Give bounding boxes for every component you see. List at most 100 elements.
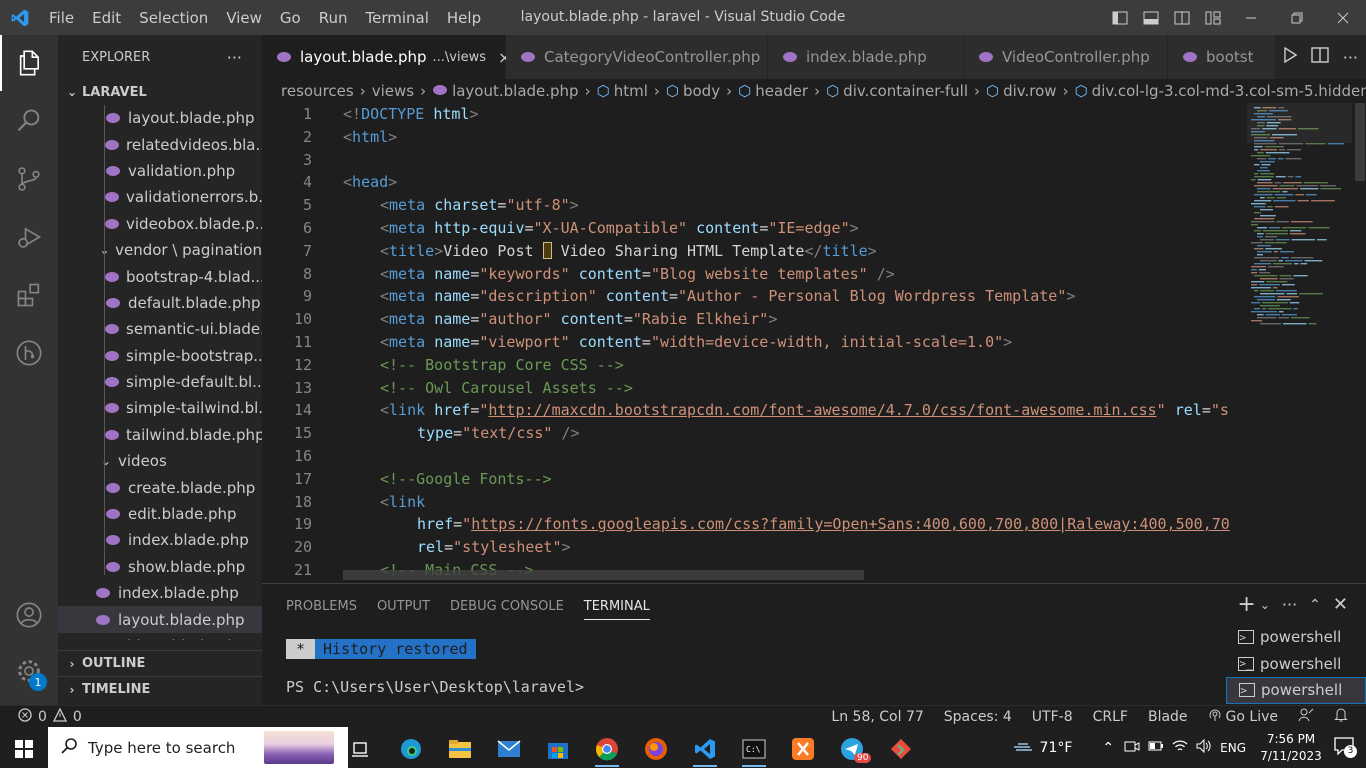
breadcrumb-item[interactable]: div.container-full: [843, 82, 968, 100]
tab-terminal[interactable]: TERMINAL: [574, 584, 660, 628]
terminal-instance[interactable]: >_ powershell: [1226, 624, 1366, 651]
feedback-person-icon[interactable]: [1298, 708, 1314, 726]
taskbar-search[interactable]: Type here to search: [48, 727, 348, 768]
explorer-root-section[interactable]: ⌄ LARAVEL: [58, 79, 262, 105]
scrollbar-thumb[interactable]: [1355, 103, 1365, 181]
language-mode[interactable]: Blade: [1148, 709, 1188, 725]
git-app-icon[interactable]: [881, 731, 921, 767]
breadcrumb-item[interactable]: resources: [281, 82, 354, 100]
explorer-icon[interactable]: [0, 35, 58, 91]
chevron-down-icon[interactable]: ⌄: [1260, 598, 1270, 612]
tree-file[interactable]: edit.blade.php: [58, 501, 262, 527]
minimize-icon[interactable]: [1228, 0, 1274, 35]
menu-edit[interactable]: Edit: [83, 9, 130, 27]
telegram-icon[interactable]: 90: [832, 731, 872, 767]
customize-layout-icon[interactable]: [1197, 0, 1228, 35]
tree-file[interactable]: default.blade.php: [58, 290, 262, 316]
timeline-section[interactable]: › TIMELINE: [58, 676, 262, 702]
search-icon[interactable]: [0, 93, 58, 149]
tab-videocontroller[interactable]: VideoController.php: [964, 35, 1168, 79]
breadcrumb-item[interactable]: header: [755, 82, 808, 100]
status-problems[interactable]: 0 0: [0, 707, 82, 726]
code-editor[interactable]: 1 <!DOCTYPE html> 2 <html> 3 4 <head> 5 <meta ch…: [262, 103, 1366, 583]
split-editor-icon[interactable]: [1311, 47, 1329, 67]
toggle-primary-sidebar-icon[interactable]: [1104, 0, 1135, 35]
toggle-panel-icon[interactable]: [1135, 0, 1166, 35]
weather-icon[interactable]: [1012, 739, 1034, 757]
breadcrumb-item[interactable]: views: [372, 82, 414, 100]
menu-run[interactable]: Run: [310, 9, 357, 27]
go-live-button[interactable]: Go Live: [1208, 708, 1278, 726]
volume-icon[interactable]: [1196, 738, 1212, 757]
breadcrumb-item[interactable]: div.row: [1003, 82, 1056, 100]
tab-output[interactable]: OUTPUT: [367, 584, 440, 628]
terminal-instance[interactable]: >_ powershell: [1226, 651, 1366, 678]
tree-file[interactable]: layout.blade.php: [58, 105, 262, 131]
tree-file[interactable]: simple-bootstrap...: [58, 343, 262, 369]
encoding[interactable]: UTF-8: [1032, 709, 1073, 725]
tree-file[interactable]: layout.blade.php: [58, 606, 262, 633]
tree-file[interactable]: videos.blade.php: [58, 633, 262, 640]
run-file-icon[interactable]: [1283, 46, 1298, 67]
battery-icon[interactable]: [1148, 739, 1164, 757]
accounts-icon[interactable]: [0, 587, 58, 643]
menu-help[interactable]: Help: [438, 9, 490, 27]
breadcrumb-item[interactable]: layout.blade.php: [452, 82, 579, 100]
terminal-instance[interactable]: >_ powershell: [1226, 677, 1366, 704]
tree-file[interactable]: show.blade.php: [58, 554, 262, 580]
minimap[interactable]: [1247, 103, 1352, 583]
wifi-icon[interactable]: [1172, 739, 1188, 757]
clock[interactable]: 7:56 PM 7/11/2023: [1256, 731, 1326, 765]
breadcrumb-item[interactable]: div.col-lg-3.col-md-3.col-sm-5.hidden-x: [1092, 82, 1366, 100]
terminal-app-icon[interactable]: C:\: [734, 731, 774, 767]
menu-view[interactable]: View: [217, 9, 271, 27]
microsoft-store-icon[interactable]: [538, 731, 578, 767]
tree-folder[interactable]: ⌄ videos: [58, 448, 262, 474]
git-graph-icon[interactable]: [0, 325, 58, 381]
tree-file[interactable]: bootstrap-4.blad...: [58, 263, 262, 289]
tab-bootstrap[interactable]: bootst: [1168, 35, 1288, 79]
tree-folder[interactable]: ⌄vendor \ pagination: [58, 237, 262, 263]
explorer-more-icon[interactable]: ···: [227, 48, 242, 67]
firefox-icon[interactable]: [636, 731, 676, 767]
tab-index-blade[interactable]: index.blade.php: [768, 35, 964, 79]
file-explorer-icon[interactable]: [440, 731, 480, 767]
more-actions-icon[interactable]: ···: [1343, 48, 1358, 67]
indentation[interactable]: Spaces: 4: [944, 709, 1012, 725]
tab-categoryvideocontroller[interactable]: CategoryVideoController.php: [506, 35, 768, 79]
horizontal-scrollbar[interactable]: [343, 570, 864, 580]
terminal-output[interactable]: * History restored PS C:\Users\User\Deskt…: [286, 639, 584, 696]
tree-file[interactable]: index.blade.php: [58, 527, 262, 553]
tab-debug-console[interactable]: DEBUG CONSOLE: [440, 584, 574, 628]
weather-temp[interactable]: 71°F: [1040, 740, 1073, 756]
menu-selection[interactable]: Selection: [130, 9, 217, 27]
notification-center-icon[interactable]: 3: [1334, 736, 1357, 759]
menu-go[interactable]: Go: [271, 9, 310, 27]
extensions-icon[interactable]: [0, 267, 58, 323]
tree-file[interactable]: index.blade.php: [58, 580, 262, 606]
source-control-icon[interactable]: [0, 151, 58, 207]
tree-file[interactable]: semantic-ui.blade...: [58, 316, 262, 342]
tree-file[interactable]: create.blade.php: [58, 474, 262, 500]
task-view-icon[interactable]: [340, 731, 380, 767]
notifications-bell-icon[interactable]: [1334, 707, 1348, 726]
breadcrumb-item[interactable]: body: [683, 82, 720, 100]
tree-file[interactable]: videobox.blade.p...: [58, 211, 262, 237]
menu-file[interactable]: File: [40, 9, 83, 27]
tab-layout-blade[interactable]: layout.blade.php ...\views ×: [262, 35, 511, 79]
menu-terminal[interactable]: Terminal: [357, 9, 438, 27]
cursor-position[interactable]: Ln 58, Col 77: [831, 709, 923, 725]
settings-gear-icon[interactable]: 1: [0, 643, 58, 699]
tab-problems[interactable]: PROBLEMS: [276, 584, 367, 628]
tree-file[interactable]: validation.php: [58, 158, 262, 184]
chrome-icon[interactable]: [587, 731, 627, 767]
vscode-taskbar-icon[interactable]: [685, 731, 725, 767]
maximize-panel-icon[interactable]: ⌃: [1309, 597, 1321, 613]
vertical-scrollbar[interactable]: [1352, 103, 1366, 583]
xampp-icon[interactable]: [783, 731, 823, 767]
toggle-secondary-sidebar-icon[interactable]: [1166, 0, 1197, 35]
new-terminal-plus-icon[interactable]: +: [1237, 592, 1255, 617]
more-actions-icon[interactable]: ···: [1282, 595, 1297, 614]
restore-icon[interactable]: [1274, 0, 1320, 35]
tree-file[interactable]: tailwind.blade.php: [58, 422, 262, 448]
